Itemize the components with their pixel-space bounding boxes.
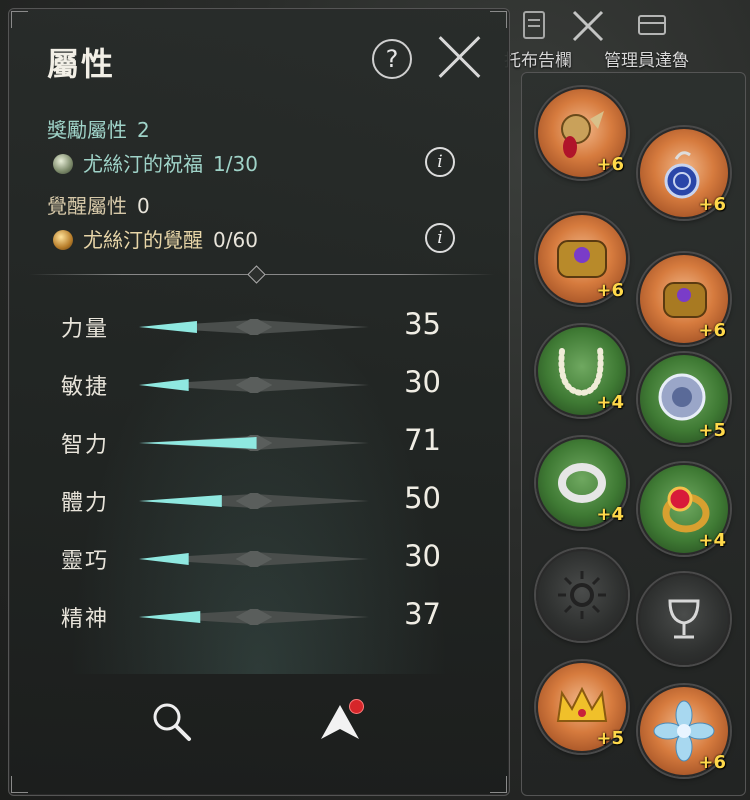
blessing-info-button[interactable]: i — [425, 147, 455, 177]
equip-slot-ring-right[interactable]: +4 — [638, 463, 730, 555]
stat-value: 30 — [404, 539, 441, 573]
panel-corner — [11, 11, 28, 28]
stat-bar-fill — [139, 379, 189, 391]
bulletin-board-icon[interactable] — [516, 8, 552, 44]
awaken-attribute-label: 覺醒屬性 — [47, 194, 127, 218]
stat-bar — [139, 377, 369, 393]
nav-label-bulletin[interactable]: 托布告欄 — [504, 46, 572, 71]
stat-bar-svg — [139, 609, 369, 625]
top-nav: 托布告欄 管理員達魯 — [500, 0, 750, 72]
notification-dot — [349, 699, 364, 714]
nav-label-manager[interactable]: 管理員達魯 — [604, 46, 689, 71]
stat-row-vitality: 體力 50 — [9, 481, 509, 521]
stat-value: 50 — [404, 481, 441, 515]
close-button[interactable] — [434, 31, 486, 83]
stat-label: 敏捷 — [61, 375, 110, 400]
stat-row-strength: 力量 35 — [9, 307, 509, 347]
blessing-row: 尤絲汀的祝福 1/30 — [53, 148, 258, 177]
stat-bar-svg — [139, 377, 369, 393]
enhance-level: +6 — [596, 280, 624, 301]
panel-corner — [490, 776, 507, 793]
stat-bar-svg — [139, 319, 369, 335]
equip-slot-crown[interactable]: +5 — [536, 661, 628, 753]
equip-slot-bracelet-right[interactable]: +6 — [638, 253, 730, 345]
divider-diamond-icon — [247, 265, 266, 284]
crossed-swords-icon[interactable] — [570, 8, 606, 44]
stat-value: 37 — [404, 597, 441, 631]
stat-label: 力量 — [61, 317, 110, 342]
stat-label: 智力 — [61, 433, 110, 458]
awakening-row: 尤絲汀的覺醒 0/60 — [53, 224, 258, 253]
stat-bar-svg — [139, 435, 369, 451]
equip-slot-chalice[interactable] — [638, 573, 730, 665]
equip-slot-amulet[interactable]: +5 — [638, 353, 730, 445]
manager-chest-icon[interactable] — [634, 8, 670, 44]
stat-bar-fill — [139, 553, 189, 565]
panel-title: 屬性 — [47, 45, 116, 83]
stat-bar-svg — [139, 551, 369, 567]
equip-slot-earring[interactable]: +6 — [638, 127, 730, 219]
awaken-attribute-value: 0 — [137, 194, 150, 218]
stat-label: 體力 — [61, 491, 110, 516]
stat-bar — [139, 319, 369, 335]
enhance-level: +4 — [596, 392, 624, 413]
enhance-level: +6 — [698, 752, 726, 773]
awakening-value: 0/60 — [213, 228, 258, 252]
equip-slot-brooch[interactable]: +6 — [536, 87, 628, 179]
stat-label: 靈巧 — [61, 549, 110, 574]
sun-rune-icon — [558, 571, 606, 619]
enhance-level: +6 — [596, 154, 624, 175]
chalice-icon — [668, 599, 700, 639]
stat-bar-fill — [139, 495, 222, 507]
arrow-up-icon[interactable] — [315, 699, 365, 749]
equip-slot-ring-left[interactable]: +4 — [536, 437, 628, 529]
stat-row-spirit: 精神 37 — [9, 597, 509, 637]
equipment-column: +6 +6 +6 +6 +4 +5 +4 +4 +5 +6 — [521, 72, 746, 796]
panel-corner — [490, 11, 507, 28]
magnifier-icon[interactable] — [149, 699, 195, 745]
awakening-gem-icon — [53, 230, 73, 250]
equip-slot-flower-brooch[interactable]: +6 — [638, 685, 730, 777]
blessing-value: 1/30 — [213, 152, 258, 176]
awakening-info-button[interactable]: i — [425, 223, 455, 253]
blessing-name: 尤絲汀的祝福 — [83, 152, 203, 176]
enhance-level: +4 — [596, 504, 624, 525]
enhance-level: +5 — [698, 420, 726, 441]
reward-attribute-label: 獎勵屬性 — [47, 118, 127, 142]
enhance-level: +4 — [698, 530, 726, 551]
reward-attribute-row: 獎勵屬性 2 — [47, 114, 150, 143]
stat-bar — [139, 493, 369, 509]
enhance-level: +6 — [698, 194, 726, 215]
equip-slot-bracelet-left[interactable]: +6 — [536, 213, 628, 305]
awaken-attribute-row: 覺醒屬性 0 — [47, 190, 150, 219]
stat-bar — [139, 609, 369, 625]
equip-slot-necklace[interactable]: +4 — [536, 325, 628, 417]
blessing-gem-icon — [53, 154, 73, 174]
panel-corner — [11, 776, 28, 793]
stat-bar — [139, 435, 369, 451]
attribute-panel: 屬性 ? 獎勵屬性 2 尤絲汀的祝福 1/30 i 覺醒屬性 0 尤絲汀的覺醒 0/60… — [8, 8, 510, 796]
stat-value: 30 — [404, 365, 441, 399]
stat-row-agility: 敏捷 30 — [9, 365, 509, 405]
stat-bar-fill — [139, 437, 257, 449]
stat-bar-fill — [139, 611, 201, 623]
stat-row-intelligence: 智力 71 — [9, 423, 509, 463]
equip-slot-rune[interactable] — [536, 549, 628, 641]
stat-bar-fill — [139, 321, 197, 333]
stat-label: 精神 — [61, 607, 110, 632]
enhance-level: +5 — [596, 728, 624, 749]
stat-value: 71 — [404, 423, 441, 457]
stat-value: 35 — [404, 307, 441, 341]
reward-attribute-value: 2 — [137, 118, 150, 142]
awakening-name: 尤絲汀的覺醒 — [83, 228, 203, 252]
help-button[interactable]: ? — [372, 39, 412, 79]
enhance-level: +6 — [698, 320, 726, 341]
stat-bar-svg — [139, 493, 369, 509]
stat-bar — [139, 551, 369, 567]
stat-row-dexterity: 靈巧 30 — [9, 539, 509, 579]
